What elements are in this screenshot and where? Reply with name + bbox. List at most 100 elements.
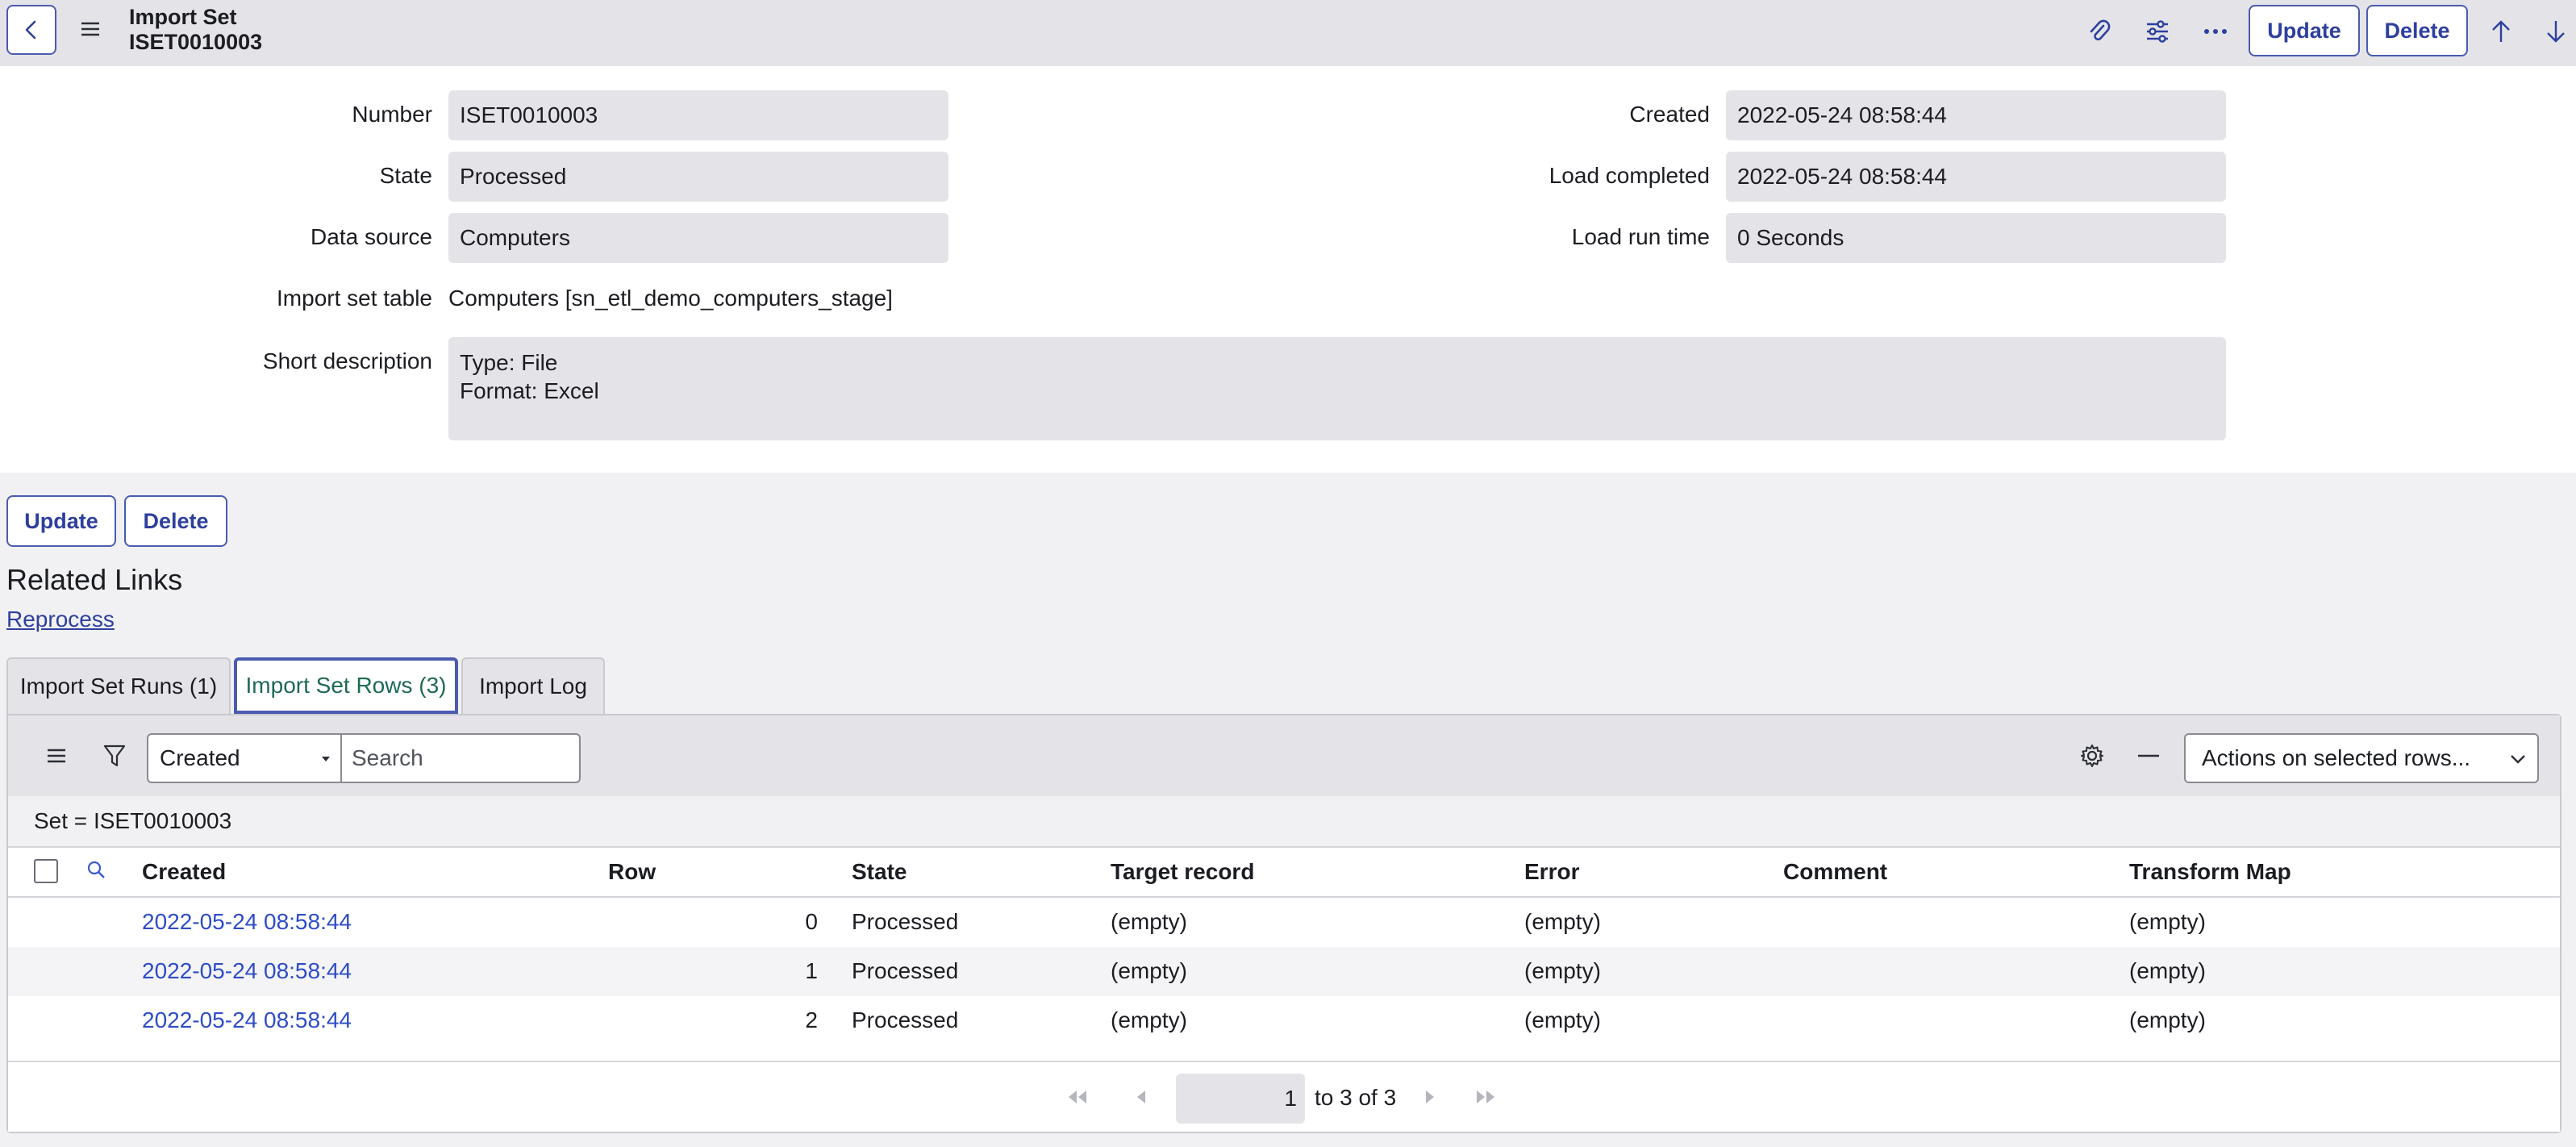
last-page-button[interactable]: [1474, 1085, 1498, 1109]
row-state: Processed: [852, 909, 959, 934]
column-header-created[interactable]: Created: [142, 859, 226, 885]
gear-icon: [2081, 745, 2103, 767]
personalize-form-button[interactable]: [2142, 16, 2173, 47]
load-run-time-label: Load run time: [1571, 224, 1710, 249]
state-label: State: [379, 163, 432, 188]
tab-import-set-runs[interactable]: Import Set Runs (1): [6, 657, 231, 714]
column-header-error[interactable]: Error: [1524, 859, 1579, 885]
column-header-target-record[interactable]: Target record: [1111, 859, 1254, 885]
import-set-page: Import Set ISET0010003 Update Delete Num…: [0, 0, 2576, 1147]
row-state: Processed: [852, 958, 959, 983]
column-search-button[interactable]: [85, 859, 110, 883]
column-header-state[interactable]: State: [852, 859, 907, 885]
list-toolbar: Created Actions on selected rows...: [8, 715, 2560, 796]
row-target-record: (empty): [1111, 958, 1187, 983]
chevron-down-icon: [2511, 755, 2525, 764]
short-description-line-2: Format: Excel: [460, 378, 599, 403]
menu-icon: [81, 22, 99, 36]
row-error: (empty): [1524, 909, 1601, 934]
minus-icon: [2138, 754, 2159, 757]
list-breadcrumb: Set = ISET0010003: [8, 796, 2560, 846]
import-set-rows-list: Created Actions on selected rows... Set …: [6, 714, 2561, 1133]
previous-record-button[interactable]: [2486, 16, 2516, 47]
header-update-button[interactable]: Update: [2249, 5, 2360, 56]
chevron-left-icon: [1137, 1091, 1145, 1103]
column-header-comment[interactable]: Comment: [1783, 859, 1887, 885]
list-search-input[interactable]: [340, 733, 581, 783]
table-row: 2022-05-24 08:58:44 2 Processed (empty) …: [8, 996, 2560, 1045]
short-description-line-1: Type: File: [460, 350, 558, 375]
row-target-record: (empty): [1111, 1007, 1187, 1032]
row-created-link[interactable]: 2022-05-24 08:58:44: [142, 909, 352, 935]
load-completed-field[interactable]: 2022-05-24 08:58:44: [1726, 152, 2226, 202]
first-page-button[interactable]: [1065, 1085, 1089, 1109]
page-number-input[interactable]: 1: [1176, 1074, 1305, 1124]
created-label: Created: [1629, 102, 1710, 127]
data-source-field[interactable]: Computers: [448, 213, 948, 263]
more-options-button[interactable]: [2200, 16, 2231, 47]
header-delete-button[interactable]: Delete: [2366, 5, 2468, 56]
breadcrumb-condition[interactable]: Set = ISET0010003: [34, 808, 231, 834]
load-completed-label: Load completed: [1549, 163, 1710, 188]
state-field[interactable]: Processed: [448, 152, 948, 202]
next-page-button[interactable]: [1418, 1085, 1442, 1109]
row-created-link[interactable]: 2022-05-24 08:58:44: [142, 958, 352, 984]
record-number: ISET0010003: [129, 30, 263, 54]
arrow-down-icon: [2547, 21, 2565, 43]
column-header-transform-map[interactable]: Transform Map: [2129, 859, 2291, 885]
delete-button[interactable]: Delete: [124, 495, 227, 547]
load-run-time-field[interactable]: 0 Seconds: [1726, 213, 2226, 263]
double-chevron-left-icon: [1069, 1091, 1086, 1103]
short-description-label: Short description: [262, 348, 432, 373]
reprocess-link[interactable]: Reprocess: [6, 607, 115, 632]
update-button[interactable]: Update: [6, 495, 116, 547]
arrow-up-icon: [2492, 20, 2510, 42]
menu-icon: [48, 749, 65, 763]
paperclip-icon: [2090, 19, 2111, 41]
data-source-label: Data source: [311, 224, 432, 249]
select-all-checkbox[interactable]: [34, 859, 58, 883]
table-row: 2022-05-24 08:58:44 1 Processed (empty) …: [8, 947, 2560, 996]
column-header-row[interactable]: Row: [608, 859, 656, 885]
record-header: Import Set ISET0010003 Update Delete: [0, 0, 2576, 66]
menu-button[interactable]: [77, 16, 103, 42]
row-number: 1: [805, 958, 818, 983]
search-field-select[interactable]: Created: [147, 733, 342, 783]
row-transform-map: (empty): [2129, 909, 2206, 934]
page-title: Import Set: [129, 5, 237, 29]
next-record-button[interactable]: [2541, 16, 2571, 47]
collapse-list-button[interactable]: [2134, 741, 2163, 770]
previous-page-button[interactable]: [1129, 1085, 1153, 1109]
row-transform-map: (empty): [2129, 958, 2206, 983]
row-state: Processed: [852, 1007, 959, 1032]
number-field[interactable]: ISET0010003: [448, 90, 948, 140]
caret-down-icon: [322, 757, 330, 761]
attachment-button[interactable]: [2084, 16, 2115, 47]
record-title: Import Set ISET0010003: [129, 5, 262, 55]
tab-import-log[interactable]: Import Log: [461, 657, 605, 714]
row-created-link[interactable]: 2022-05-24 08:58:44: [142, 1007, 352, 1033]
number-label: Number: [352, 102, 432, 127]
more-icon: [2204, 29, 2227, 34]
actions-select-value: Actions on selected rows...: [2202, 745, 2471, 770]
row-target-record: (empty): [1111, 909, 1187, 934]
list-settings-button[interactable]: [2078, 741, 2107, 770]
list-pagination: 1 to 3 of 3: [8, 1061, 2560, 1132]
short-description-field[interactable]: Type: File Format: Excel: [448, 337, 2226, 440]
double-chevron-right-icon: [1477, 1091, 1494, 1103]
filter-button[interactable]: [100, 741, 129, 770]
back-icon: [25, 20, 36, 40]
search-field-select-value: Created: [160, 745, 240, 770]
actions-on-selected-rows-select[interactable]: Actions on selected rows...: [2184, 733, 2539, 783]
import-set-table-value: Computers [sn_etl_demo_computers_stage]: [448, 286, 893, 311]
search-icon: [87, 861, 105, 878]
list-menu-button[interactable]: [42, 741, 71, 770]
page-range-text: to 3 of 3: [1315, 1085, 1397, 1110]
sliders-icon: [2147, 20, 2168, 43]
chevron-right-icon: [1426, 1091, 1434, 1103]
tab-import-set-rows[interactable]: Import Set Rows (3): [234, 657, 458, 714]
back-button[interactable]: [6, 5, 56, 55]
row-transform-map: (empty): [2129, 1007, 2206, 1032]
row-error: (empty): [1524, 1007, 1601, 1032]
created-field[interactable]: 2022-05-24 08:58:44: [1726, 90, 2226, 140]
